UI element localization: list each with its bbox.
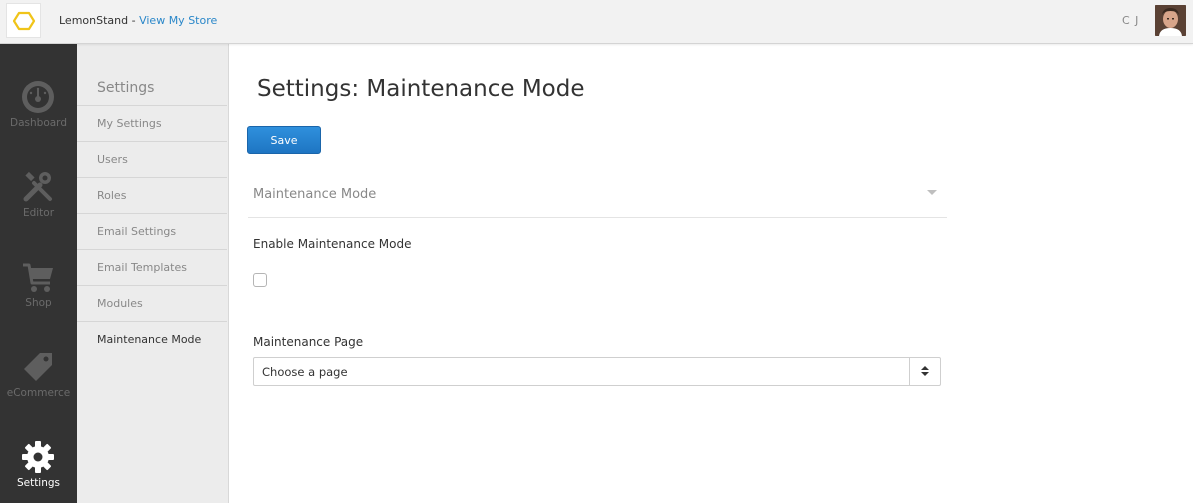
- settings-sidebar-title: Settings: [97, 80, 155, 96]
- save-button[interactable]: Save: [247, 126, 321, 154]
- brand-title: LemonStand - View My Store: [59, 14, 217, 27]
- settings-item-email-settings[interactable]: Email Settings: [77, 213, 227, 249]
- user-initials[interactable]: C J: [1122, 14, 1139, 27]
- maintenance-page-label: Maintenance Page: [253, 335, 364, 349]
- gear-icon: [22, 441, 54, 473]
- select-arrows-icon: [909, 358, 940, 385]
- settings-item-email-templates[interactable]: Email Templates: [77, 249, 227, 285]
- brand-name: LemonStand: [59, 14, 129, 27]
- maintenance-page-select[interactable]: Choose a page: [253, 357, 941, 386]
- section-title: Maintenance Mode: [253, 187, 377, 202]
- settings-item-maintenance-mode[interactable]: Maintenance Mode: [77, 321, 227, 357]
- nav-item-ecommerce[interactable]: eCommerce: [0, 314, 77, 404]
- user-avatar-icon: [1155, 5, 1186, 36]
- enable-maintenance-label: Enable Maintenance Mode: [253, 237, 412, 251]
- settings-item-my-settings[interactable]: My Settings: [77, 105, 227, 141]
- cart-icon: [23, 263, 53, 292]
- nav-item-dashboard[interactable]: Dashboard: [0, 44, 77, 134]
- nav-label-settings: Settings: [16, 477, 61, 489]
- chevron-down-icon: [927, 190, 937, 195]
- nav-item-editor[interactable]: Editor: [0, 134, 77, 224]
- brand-separator: -: [128, 14, 140, 27]
- tools-icon: [23, 171, 52, 202]
- enable-maintenance-checkbox[interactable]: [253, 273, 267, 287]
- settings-item-users[interactable]: Users: [77, 141, 227, 177]
- lemonstand-logo[interactable]: [6, 3, 41, 38]
- nav-item-settings[interactable]: Settings: [0, 404, 77, 494]
- top-bar: LemonStand - View My Store C J: [0, 0, 1193, 44]
- settings-sidebar: Settings My Settings Users Roles Email S…: [77, 44, 229, 503]
- main-nav: Dashboard Editor Shop eCommerce Settings: [0, 44, 77, 503]
- lemon-logo-icon: [12, 11, 35, 30]
- tag-icon: [24, 353, 52, 381]
- page-title: Settings: Maintenance Mode: [257, 76, 585, 102]
- speedometer-icon: [22, 81, 54, 113]
- settings-item-modules[interactable]: Modules: [77, 285, 227, 321]
- avatar[interactable]: [1155, 5, 1186, 36]
- select-value: Choose a page: [262, 365, 348, 379]
- nav-label-dashboard: Dashboard: [10, 117, 67, 129]
- view-my-store-link[interactable]: View My Store: [139, 14, 217, 27]
- maintenance-mode-section-header[interactable]: Maintenance Mode: [248, 172, 947, 218]
- nav-label-shop: Shop: [25, 297, 52, 309]
- settings-item-roles[interactable]: Roles: [77, 177, 227, 213]
- nav-item-shop[interactable]: Shop: [0, 224, 77, 314]
- nav-label-ecommerce: eCommerce: [6, 387, 71, 399]
- nav-label-editor: Editor: [22, 207, 55, 219]
